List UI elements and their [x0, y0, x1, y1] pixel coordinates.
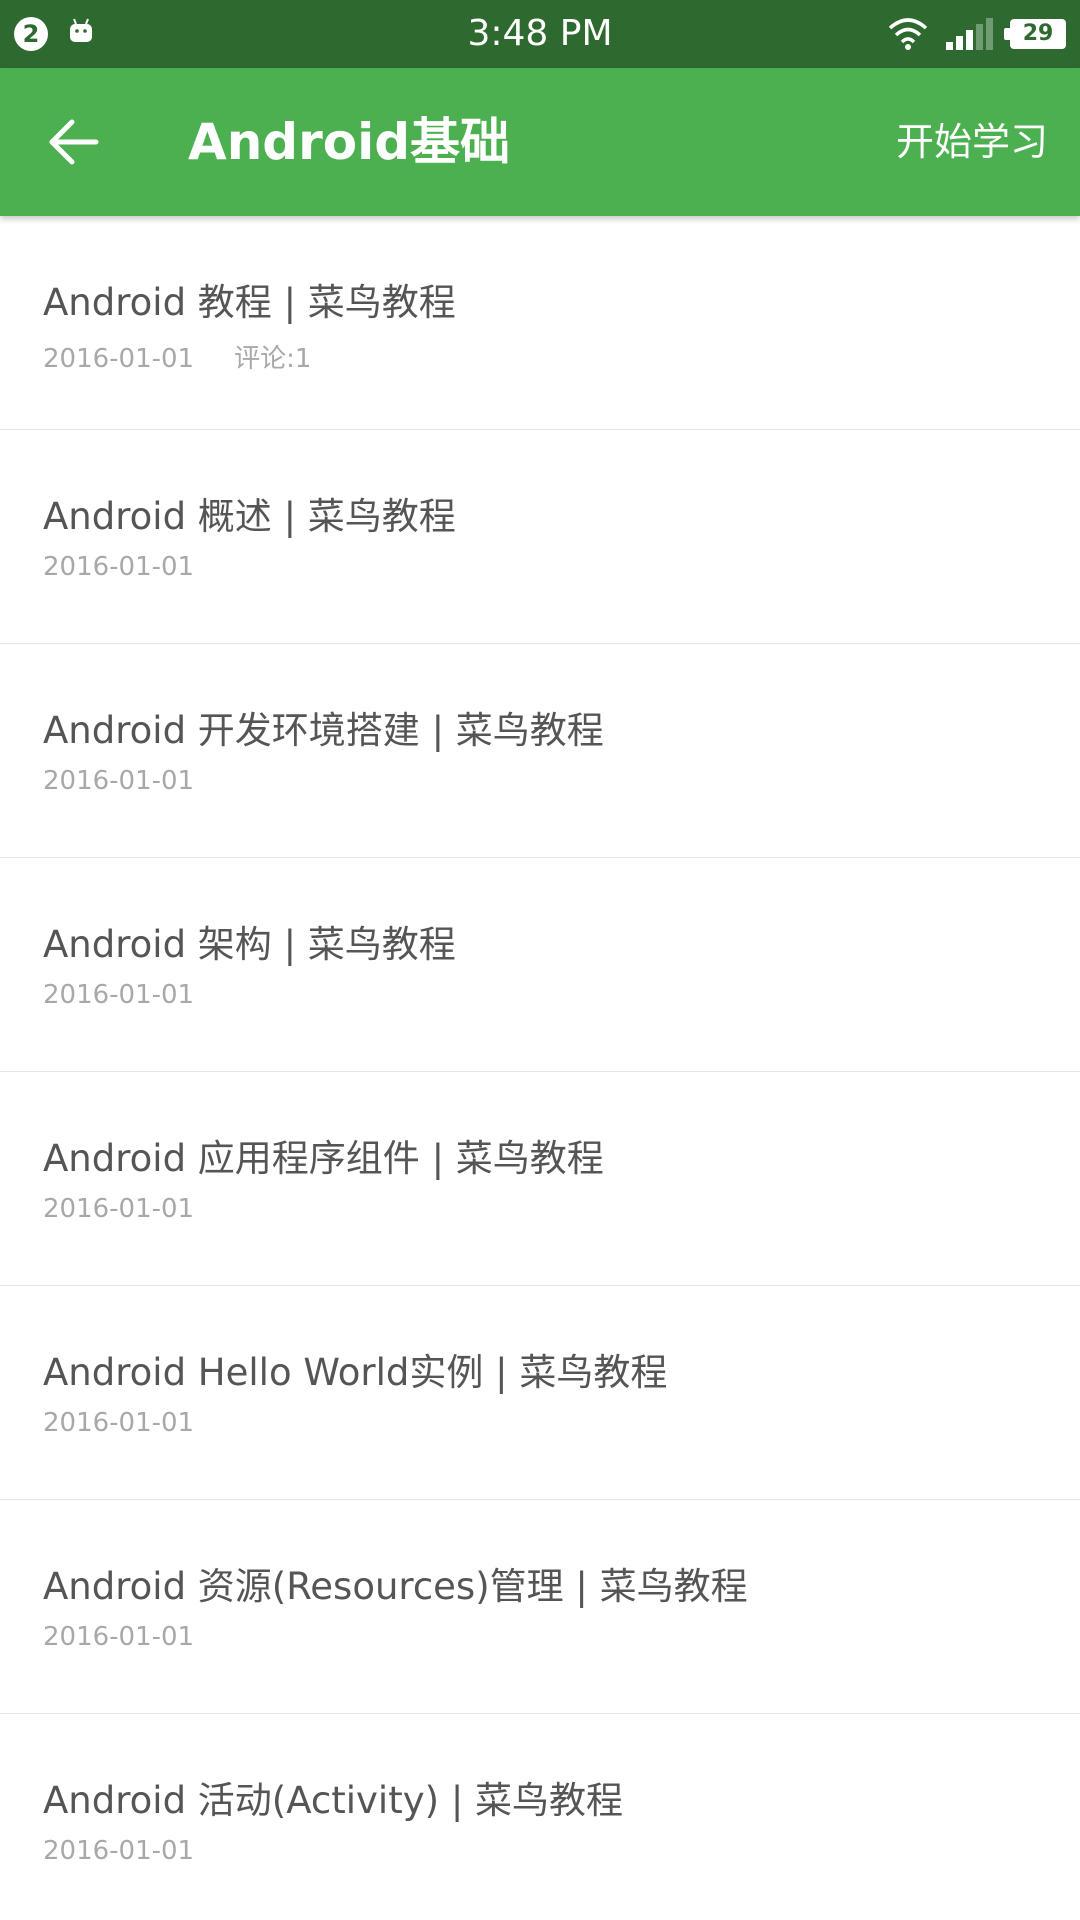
- list-item[interactable]: Android Hello World实例 | 菜鸟教程 2016-01-01: [0, 1286, 1080, 1500]
- list-item[interactable]: Android 活动(Activity) | 菜鸟教程 2016-01-01: [0, 1714, 1080, 1920]
- item-title: Android 架构 | 菜鸟教程: [43, 923, 456, 966]
- article-list: Android 教程 | 菜鸟教程 2016-01-01 评论:1 Android…: [0, 216, 1080, 1920]
- item-title: Android 开发环境搭建 | 菜鸟教程: [43, 709, 604, 752]
- list-item[interactable]: Android 资源(Resources)管理 | 菜鸟教程 2016-01-0…: [0, 1500, 1080, 1714]
- start-learning-button[interactable]: 开始学习: [896, 68, 1048, 216]
- item-title: Android 应用程序组件 | 菜鸟教程: [43, 1137, 604, 1180]
- battery-icon: 29: [1004, 19, 1066, 49]
- status-bar: 2 3:48 PM 29: [0, 0, 1080, 68]
- item-meta: 2016-01-01: [43, 1836, 194, 1866]
- list-item[interactable]: Android 教程 | 菜鸟教程 2016-01-01 评论:1: [0, 216, 1080, 430]
- item-date: 2016-01-01: [43, 766, 195, 796]
- item-title: Android Hello World实例 | 菜鸟教程: [43, 1351, 668, 1394]
- item-date: 2016-01-01: [43, 552, 195, 582]
- item-date: 2016-01-01: [43, 344, 195, 374]
- item-meta: 2016-01-01: [43, 980, 194, 1010]
- app-bar: Android基础 开始学习: [0, 68, 1080, 216]
- item-meta: 2016-01-01: [43, 1408, 194, 1438]
- item-date: 2016-01-01: [43, 1408, 195, 1438]
- list-item[interactable]: Android 应用程序组件 | 菜鸟教程 2016-01-01: [0, 1072, 1080, 1286]
- page-title: Android基础: [188, 113, 511, 171]
- item-date: 2016-01-01: [43, 1194, 195, 1224]
- arrow-left-icon[interactable]: [44, 112, 104, 172]
- item-date: 2016-01-01: [43, 980, 195, 1010]
- item-meta: 2016-01-01: [43, 552, 194, 582]
- wifi-icon: [888, 18, 928, 50]
- item-date: 2016-01-01: [43, 1622, 195, 1652]
- item-title: Android 活动(Activity) | 菜鸟教程: [43, 1779, 624, 1822]
- signal-icon: [946, 18, 993, 50]
- item-meta: 2016-01-01: [43, 1194, 194, 1224]
- item-title: Android 概述 | 菜鸟教程: [43, 495, 456, 538]
- item-meta: 2016-01-01: [43, 1622, 194, 1652]
- item-comments: 评论:1: [234, 344, 312, 374]
- list-item[interactable]: Android 概述 | 菜鸟教程 2016-01-01: [0, 430, 1080, 644]
- item-title: Android 资源(Resources)管理 | 菜鸟教程: [43, 1565, 748, 1608]
- item-meta: 2016-01-01 评论:1: [43, 338, 311, 375]
- item-date: 2016-01-01: [43, 1836, 195, 1866]
- list-item[interactable]: Android 开发环境搭建 | 菜鸟教程 2016-01-01: [0, 644, 1080, 858]
- list-item[interactable]: Android 架构 | 菜鸟教程 2016-01-01: [0, 858, 1080, 1072]
- item-meta: 2016-01-01: [43, 766, 194, 796]
- item-title: Android 教程 | 菜鸟教程: [43, 281, 456, 324]
